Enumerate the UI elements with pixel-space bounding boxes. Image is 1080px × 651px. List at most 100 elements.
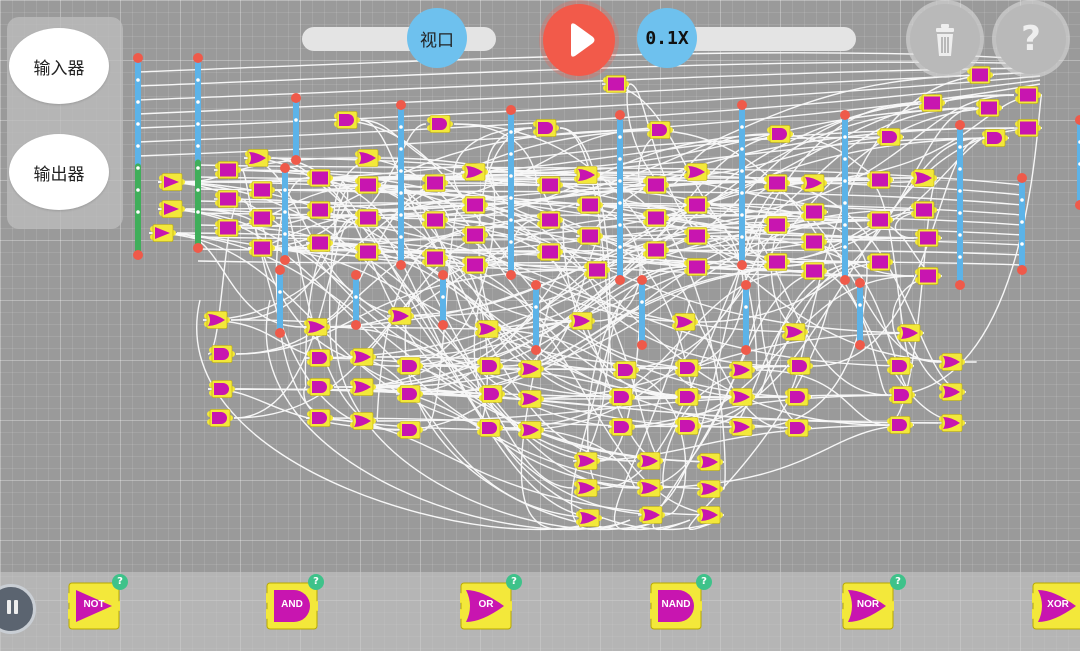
full-adder-gate[interactable]: [684, 227, 710, 245]
bus-pin-bottom[interactable]: [133, 250, 143, 260]
and-gate[interactable]: [209, 345, 235, 363]
bus-pin-bottom[interactable]: [955, 280, 965, 290]
bus-pin-top[interactable]: [133, 53, 143, 63]
and-gate[interactable]: [427, 115, 453, 133]
and-gate[interactable]: [609, 388, 635, 406]
xor-gate[interactable]: [697, 480, 723, 498]
not-gate[interactable]: [159, 173, 185, 191]
bus-pin-top[interactable]: [291, 93, 301, 103]
and-gate[interactable]: [397, 385, 423, 403]
and-gate[interactable]: [877, 128, 903, 146]
half-adder-gate[interactable]: [307, 234, 333, 252]
half-adder-gate[interactable]: [422, 211, 448, 229]
bus-pin-top[interactable]: [855, 278, 865, 288]
and-gate[interactable]: [889, 386, 915, 404]
bus-pin-top[interactable]: [531, 280, 541, 290]
or-gate[interactable]: [304, 318, 330, 336]
signal-bus[interactable]: [1017, 173, 1027, 275]
half-adder-gate[interactable]: [307, 201, 333, 219]
xor-gate[interactable]: [939, 414, 965, 432]
half-adder-gate[interactable]: [355, 209, 381, 227]
full-adder-gate[interactable]: [215, 190, 241, 208]
bus-pin-top[interactable]: [1075, 115, 1080, 125]
or-gate[interactable]: [637, 452, 663, 470]
bus-pin-bottom[interactable]: [506, 270, 516, 280]
signal-bus[interactable]: [291, 93, 301, 165]
half-adder-gate[interactable]: [215, 219, 241, 237]
xor-gate[interactable]: [897, 324, 923, 342]
bus-pin-top[interactable]: [615, 110, 625, 120]
bus-pin-top[interactable]: [1017, 173, 1027, 183]
xor-gate[interactable]: [574, 452, 600, 470]
play-button[interactable]: [543, 4, 615, 76]
nand-gate[interactable]: [887, 357, 913, 375]
help-badge[interactable]: ?: [696, 574, 712, 590]
half-adder-gate[interactable]: [801, 233, 827, 251]
xor-gate[interactable]: [684, 163, 710, 181]
nand-gate[interactable]: [307, 349, 333, 367]
xor-gate[interactable]: [518, 421, 544, 439]
full-adder-gate[interactable]: [537, 176, 563, 194]
xor-gate[interactable]: [518, 390, 544, 408]
half-adder-gate[interactable]: [462, 196, 488, 214]
full-adder-gate[interactable]: [355, 243, 381, 261]
help-badge[interactable]: ?: [890, 574, 906, 590]
full-adder-gate[interactable]: [577, 196, 603, 214]
or-gate[interactable]: [637, 479, 663, 497]
and-gate[interactable]: [334, 111, 360, 129]
bus-pin-top[interactable]: [351, 270, 361, 280]
full-adder-gate[interactable]: [355, 176, 381, 194]
bus-pin-bottom[interactable]: [637, 340, 647, 350]
full-adder-gate[interactable]: [249, 209, 275, 227]
half-adder-gate[interactable]: [915, 229, 941, 247]
full-adder-gate[interactable]: [603, 75, 629, 93]
full-adder-gate[interactable]: [867, 171, 893, 189]
xor-gate[interactable]: [475, 320, 501, 338]
half-adder-gate[interactable]: [462, 256, 488, 274]
xor-gate[interactable]: [574, 479, 600, 497]
full-adder-gate[interactable]: [867, 253, 893, 271]
half-adder-gate[interactable]: [537, 211, 563, 229]
and-gate[interactable]: [785, 419, 811, 437]
xor-gate[interactable]: [350, 378, 376, 396]
full-adder-gate[interactable]: [801, 203, 827, 221]
and-gate[interactable]: [397, 357, 423, 375]
speed-slider-knob[interactable]: 0.1X: [637, 8, 697, 68]
and-gate[interactable]: [675, 417, 701, 435]
xor-gate[interactable]: [729, 388, 755, 406]
output-device-button[interactable]: 输出器: [9, 134, 109, 210]
xor-gate[interactable]: [672, 313, 698, 331]
half-adder-gate[interactable]: [422, 249, 448, 267]
full-adder-gate[interactable]: [1015, 119, 1041, 137]
bus-pin-bottom[interactable]: [615, 275, 625, 285]
palette-nand-gate[interactable]: NAND?: [650, 574, 712, 630]
xor-gate[interactable]: [204, 311, 230, 329]
full-adder-gate[interactable]: [537, 243, 563, 261]
bus-pin-bottom[interactable]: [396, 260, 406, 270]
bus-pin-top[interactable]: [396, 100, 406, 110]
and-gate[interactable]: [207, 409, 233, 427]
bus-pin-bottom[interactable]: [1017, 265, 1027, 275]
help-button[interactable]: ?: [996, 4, 1066, 74]
xor-gate[interactable]: [574, 166, 600, 184]
bus-pin-bottom[interactable]: [280, 255, 290, 265]
bus-pin-bottom[interactable]: [840, 275, 850, 285]
and-gate[interactable]: [982, 129, 1008, 147]
not-gate[interactable]: [150, 224, 176, 242]
and-gate[interactable]: [533, 119, 559, 137]
half-adder-gate[interactable]: [684, 196, 710, 214]
and-gate[interactable]: [307, 409, 333, 427]
xor-gate[interactable]: [697, 453, 723, 471]
palette-nor-gate[interactable]: NOR?: [842, 574, 906, 630]
bus-pin-bottom[interactable]: [531, 345, 541, 355]
full-adder-gate[interactable]: [915, 267, 941, 285]
full-adder-gate[interactable]: [764, 174, 790, 192]
nand-gate[interactable]: [477, 357, 503, 375]
bus-pin-top[interactable]: [737, 100, 747, 110]
xor-gate[interactable]: [782, 323, 808, 341]
xor-gate[interactable]: [355, 149, 381, 167]
or-gate[interactable]: [639, 506, 665, 524]
bus-pin-top[interactable]: [955, 120, 965, 130]
bus-pin-top[interactable]: [280, 163, 290, 173]
bus-pin-bottom[interactable]: [737, 260, 747, 270]
